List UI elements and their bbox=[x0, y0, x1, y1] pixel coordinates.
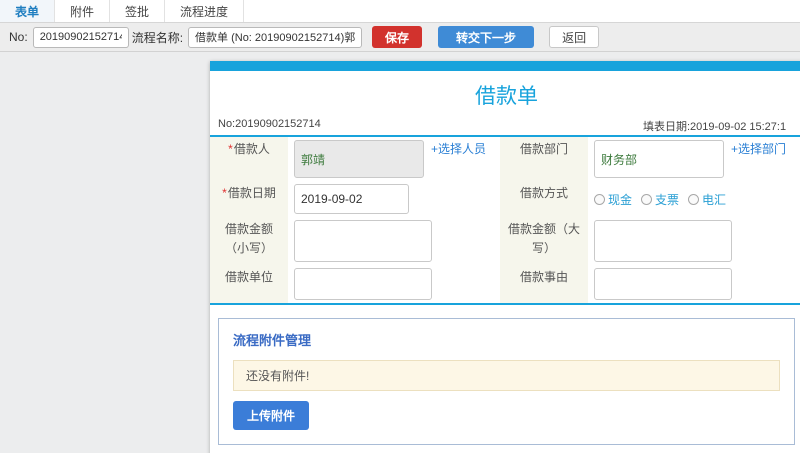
loan-date-field-cell bbox=[288, 181, 500, 217]
radio-cash[interactable]: 现金 bbox=[594, 191, 632, 208]
form-meta-row: No:20190902152714 填表日期:2019-09-02 15:27:… bbox=[210, 115, 800, 135]
attachments-heading: 流程附件管理 bbox=[233, 333, 312, 348]
amount-big-field-cell bbox=[588, 217, 800, 265]
borrower-input[interactable] bbox=[294, 140, 424, 178]
loan-unit-field-cell bbox=[288, 265, 500, 303]
amount-big-label: 借款金额（大写） bbox=[500, 217, 588, 265]
radio-circle-icon bbox=[641, 193, 653, 205]
amount-small-field-cell bbox=[288, 217, 500, 265]
no-input[interactable] bbox=[32, 26, 129, 48]
loan-reason-field-cell bbox=[588, 265, 800, 303]
tab-signoff[interactable]: 签批 bbox=[110, 0, 166, 22]
amount-big-input[interactable] bbox=[594, 220, 732, 262]
borrower-label: *借款人 bbox=[210, 137, 288, 181]
attachments-section: 流程附件管理 还没有附件! 上传附件 bbox=[218, 318, 795, 445]
action-toolbar: No: 流程名称: 保存 转交下一步 返回 bbox=[0, 23, 800, 52]
loan-reason-input[interactable] bbox=[594, 268, 732, 300]
top-tab-bar: 表单 附件 签批 流程进度 bbox=[0, 0, 800, 23]
loan-method-radio-group: 现金 支票 电汇 bbox=[594, 184, 726, 214]
radio-circle-icon bbox=[688, 193, 700, 205]
loan-unit-label: 借款单位 bbox=[210, 265, 288, 303]
tab-attachments[interactable]: 附件 bbox=[55, 0, 111, 22]
radio-circle-icon bbox=[594, 193, 605, 205]
required-marker: * bbox=[222, 186, 227, 200]
borrower-field-cell: +选择人员 bbox=[288, 137, 500, 181]
panel-accent-bar bbox=[210, 61, 800, 71]
loan-date-label: *借款日期 bbox=[210, 181, 288, 217]
transfer-next-button[interactable]: 转交下一步 bbox=[438, 26, 535, 48]
loan-method-field-cell: 现金 支票 电汇 bbox=[588, 181, 800, 217]
no-attachments-notice: 还没有附件! bbox=[233, 360, 780, 391]
amount-small-label: 借款金额（小写） bbox=[210, 217, 288, 265]
loan-reason-label: 借款事由 bbox=[500, 265, 588, 303]
select-person-link[interactable]: +选择人员 bbox=[431, 140, 486, 178]
tab-progress[interactable]: 流程进度 bbox=[165, 0, 245, 22]
amount-small-input[interactable] bbox=[294, 220, 432, 262]
page-title: 借款单 bbox=[475, 85, 538, 108]
loan-date-input[interactable] bbox=[294, 184, 409, 214]
select-department-link[interactable]: +选择部门 bbox=[731, 140, 786, 178]
back-button[interactable]: 返回 bbox=[549, 26, 600, 48]
save-button[interactable]: 保存 bbox=[372, 26, 423, 48]
loan-unit-input[interactable] bbox=[294, 268, 432, 300]
loan-method-label: 借款方式 bbox=[500, 181, 588, 217]
radio-cheque[interactable]: 支票 bbox=[641, 191, 679, 208]
no-label: No: bbox=[9, 30, 28, 44]
tab-form[interactable]: 表单 bbox=[0, 0, 56, 22]
form-no-text: No:20190902152714 bbox=[218, 118, 321, 130]
upload-attachment-button[interactable]: 上传附件 bbox=[233, 401, 310, 430]
loan-form-table: *借款人 +选择人员 借款部门 +选择部门 *借款日期 借款方式 现金 支票 电… bbox=[210, 135, 800, 305]
department-label: 借款部门 bbox=[500, 137, 588, 181]
radio-wire[interactable]: 电汇 bbox=[688, 191, 726, 208]
form-panel: 借款单 No:20190902152714 填表日期:2019-09-02 15… bbox=[210, 61, 800, 453]
department-input[interactable] bbox=[594, 140, 724, 178]
flow-name-input[interactable] bbox=[188, 26, 363, 48]
required-marker: * bbox=[228, 142, 233, 156]
department-field-cell: +选择部门 bbox=[588, 137, 800, 181]
main-area: 借款单 No:20190902152714 填表日期:2019-09-02 15… bbox=[0, 52, 800, 453]
form-date-text: 填表日期:2019-09-02 15:27:1 bbox=[643, 121, 787, 133]
flow-name-label: 流程名称: bbox=[131, 30, 184, 45]
